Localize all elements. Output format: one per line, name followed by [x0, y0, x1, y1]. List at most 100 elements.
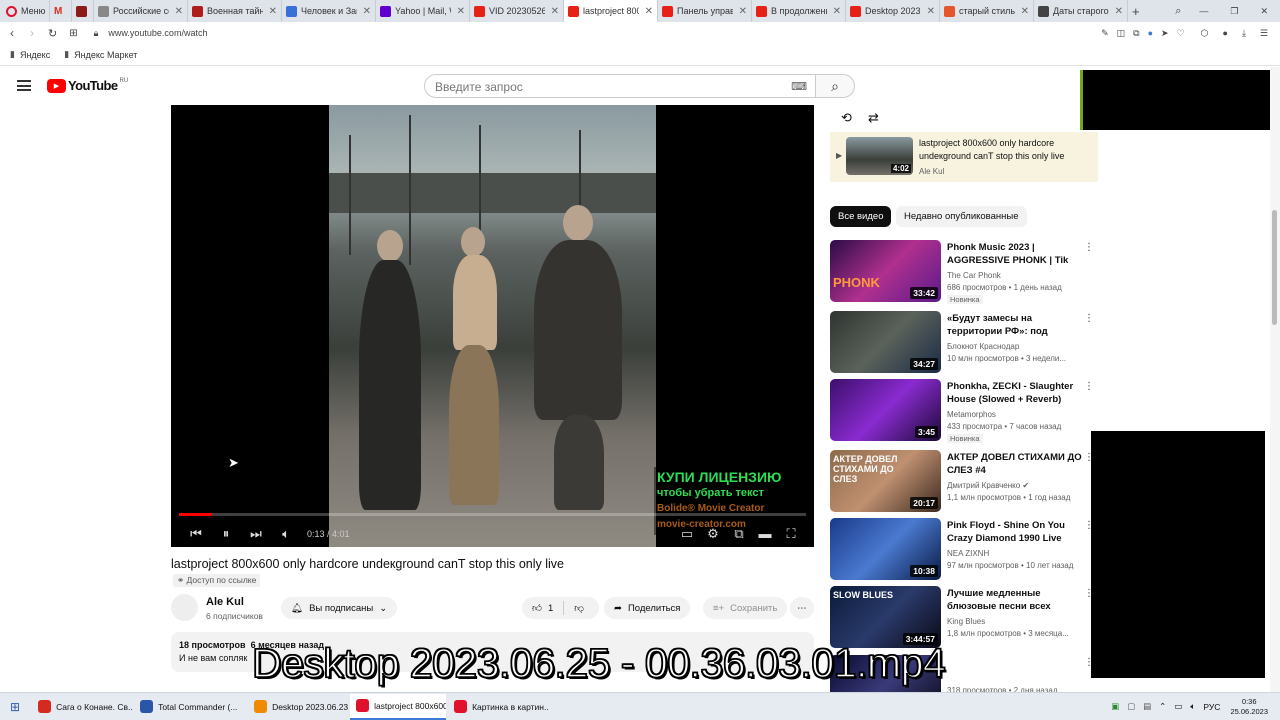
tray-app-icon[interactable]: ▢	[1127, 701, 1135, 712]
close-tab-icon[interactable]: ✕	[833, 6, 841, 17]
scrollbar-thumb[interactable]	[1272, 210, 1277, 325]
browser-tab[interactable]: Военная тайна ✕	[188, 0, 282, 22]
hamburger-menu-icon[interactable]	[17, 80, 31, 91]
recommended-video[interactable]: 34:27 «Будут замесы на территории РФ»: по…	[830, 311, 1094, 375]
opera-menu-button[interactable]: Меню	[0, 0, 50, 22]
bookmark-yandex-market[interactable]: Яндекс Маркет	[74, 50, 137, 60]
more-options-icon[interactable]: ⋮	[1084, 313, 1094, 324]
start-menu-icon[interactable]: ⊞	[10, 700, 20, 714]
miniplayer-icon[interactable]: ⧉	[726, 526, 752, 542]
close-tab-icon[interactable]: ✕	[457, 6, 465, 17]
search-button[interactable]: ⌕	[815, 74, 855, 98]
reload-icon[interactable]: ↻	[48, 27, 57, 40]
filter-chip-all[interactable]: Все видео	[830, 206, 892, 227]
extensions-icon[interactable]: ⬡	[1201, 28, 1209, 39]
close-tab-icon[interactable]: ✕	[363, 6, 371, 17]
dislike-button[interactable]: 👎︎	[574, 602, 584, 614]
bookmark-yandex[interactable]: Яндекс	[20, 50, 50, 60]
language-indicator[interactable]: РУС	[1203, 702, 1220, 712]
close-window-icon[interactable]: ✕	[1260, 6, 1268, 17]
restore-window-icon[interactable]: ❐	[1230, 6, 1238, 17]
save-button[interactable]: ≡+ Сохранить	[703, 597, 788, 619]
taskbar-item[interactable]: Картинка в картин...	[448, 694, 548, 720]
more-actions-button[interactable]: ⋯	[790, 597, 814, 619]
close-tab-icon[interactable]: ✕	[269, 6, 277, 17]
previous-icon[interactable]: ⏮	[183, 526, 209, 542]
browser-tab[interactable]: Российские сер ✕	[94, 0, 188, 22]
search-input[interactable]: Введите запрос ⌨	[424, 74, 816, 98]
like-button[interactable]: 👍︎ 1	[532, 602, 553, 615]
youtube-logo[interactable]: ▶ YouTube RU	[47, 78, 128, 93]
heart-icon[interactable]: ♡	[1177, 28, 1185, 39]
clock[interactable]: 0:36 25.06.2023	[1230, 697, 1268, 717]
subtitles-icon[interactable]: ▭	[674, 526, 700, 542]
taskbar-item[interactable]: Сага о Конане. Св...	[32, 694, 132, 720]
settings-icon[interactable]: ⚙	[700, 526, 726, 542]
send-icon[interactable]: ➤	[1161, 28, 1169, 39]
profile-icon[interactable]: ●	[1223, 28, 1228, 38]
theater-mode-icon[interactable]: ▬	[752, 526, 778, 541]
close-tab-icon[interactable]: ✕	[1115, 6, 1123, 17]
close-tab-icon[interactable]: ✕	[645, 6, 653, 17]
page-scrollbar[interactable]	[1270, 67, 1280, 692]
edit-icon[interactable]: ✎	[1101, 28, 1109, 39]
easy-setup-icon[interactable]: ☰	[1260, 28, 1268, 39]
close-tab-icon[interactable]: ✕	[739, 6, 747, 17]
volume-icon[interactable]: 🔈︎	[273, 526, 299, 542]
browser-tab[interactable]: Desktop 2023 0 ✕	[846, 0, 940, 22]
filter-chip-recent[interactable]: Недавно опубликованные	[896, 206, 1027, 227]
close-tab-icon[interactable]: ✕	[1021, 6, 1029, 17]
tray-app-icon[interactable]: ▣	[1111, 701, 1119, 712]
keyboard-icon[interactable]: ⌨	[791, 80, 807, 93]
browser-tab[interactable]: Панель управ ✕	[658, 0, 752, 22]
browser-tab[interactable]: Yahoo | Mail, W ✕	[376, 0, 470, 22]
vpn-icon[interactable]: ●	[1148, 28, 1153, 38]
tray-app-icon[interactable]: ▤	[1143, 701, 1151, 712]
recommended-video[interactable]: АКТЕР ДОВЕЛ СТИХАМИ ДО СЛЕЗ 20:17 АКТЕР ДО…	[830, 450, 1094, 514]
browser-tab[interactable]: Человек и Зако ✕	[282, 0, 376, 22]
show-hidden-icons-icon[interactable]: ⌃	[1159, 701, 1166, 712]
loop-icon[interactable]: ⟲	[841, 110, 852, 126]
recommended-video[interactable]: 3:45 Phonkha, ZECKI - Slaughter House (Sl…	[830, 379, 1094, 443]
shuffle-icon[interactable]: ⇄	[868, 110, 879, 126]
pause-icon[interactable]: ⏸	[213, 526, 239, 542]
browser-tab[interactable]: lastproject 800 ✕	[564, 0, 658, 22]
minimize-window-icon[interactable]: —	[1199, 6, 1208, 16]
taskbar-item[interactable]: Total Commander (...	[134, 694, 246, 720]
next-icon[interactable]: ⏭	[243, 526, 269, 542]
camera-icon[interactable]: ◫	[1117, 28, 1126, 39]
forward-icon[interactable]: ›	[30, 26, 34, 40]
network-icon[interactable]: ▭	[1174, 701, 1182, 712]
more-options-icon[interactable]: ⋮	[1084, 381, 1094, 392]
progress-bar[interactable]	[179, 513, 806, 516]
close-tab-icon[interactable]: ✕	[175, 6, 183, 17]
browser-tab[interactable]: Даты старого ✕	[1034, 0, 1128, 22]
download-icon[interactable]: ⤓	[1242, 28, 1246, 39]
search-tabs-icon[interactable]: ⌕	[1175, 5, 1181, 18]
more-options-icon[interactable]: ⋮	[1084, 242, 1094, 253]
channel-name[interactable]: Ale Kul	[206, 596, 244, 608]
translate-icon[interactable]: ⧉	[1133, 28, 1139, 39]
channel-avatar[interactable]	[171, 594, 198, 621]
pinned-tab[interactable]	[72, 0, 94, 22]
share-button[interactable]: ➦ Поделиться	[604, 597, 691, 619]
speed-dial-icon[interactable]: ⊞	[69, 28, 77, 39]
url-field[interactable]: www.youtube.com/watch	[108, 28, 207, 38]
taskbar-item[interactable]: lastproject 800x600 ...	[350, 693, 447, 720]
browser-tab[interactable]: старый стиль д ✕	[940, 0, 1034, 22]
fullscreen-icon[interactable]: ⛶	[778, 526, 804, 542]
playlist-item[interactable]: ▶ 4:02 lastproject 800x600 only hardcore…	[830, 132, 1098, 182]
video-player[interactable]: КУПИ ЛИЦЕНЗИЮ чтобы убрать текст Bolide®…	[171, 105, 814, 547]
gmail-pinned-tab[interactable]: M	[50, 0, 72, 22]
subscribed-button[interactable]: 🔔︎ Вы подписаны ⌄	[281, 597, 398, 619]
recommended-video[interactable]: PHONK 33:42 Phonk Music 2023 | AGGRESSIVE …	[830, 240, 1094, 304]
taskbar-item[interactable]: Desktop 2023.06.23 ...	[248, 694, 348, 720]
volume-tray-icon[interactable]: 🔈︎	[1190, 701, 1195, 712]
browser-tab[interactable]: VID 20230526 0 ✕	[470, 0, 564, 22]
close-tab-icon[interactable]: ✕	[551, 6, 559, 17]
back-icon[interactable]: ‹	[10, 26, 14, 40]
close-tab-icon[interactable]: ✕	[927, 6, 935, 17]
browser-tab[interactable]: В продолжени ✕	[752, 0, 846, 22]
new-tab-button[interactable]: +	[1128, 0, 1148, 22]
recommended-video[interactable]: 10:38 Pink Floyd - Shine On You Crazy Dia…	[830, 518, 1094, 582]
